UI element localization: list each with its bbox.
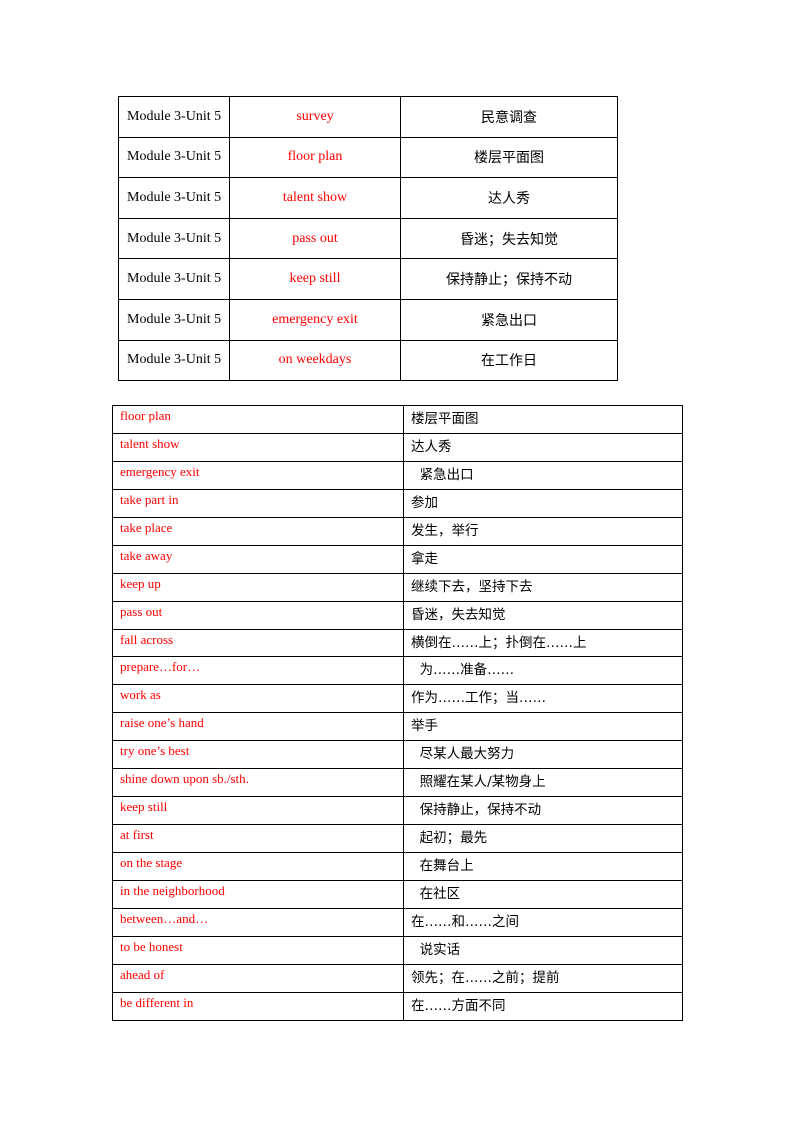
english-term-cell: on weekdays xyxy=(229,339,401,382)
english-phrase-cell: work as xyxy=(112,684,404,714)
table-row: take place 发生，举行 xyxy=(112,516,683,546)
table-row: fall across 横倒在……上；扑倒在……上 xyxy=(112,628,683,658)
table-row: Module 3-Unit 5 keep still 保持静止；保持不动 xyxy=(118,258,618,300)
vocab-table-module3-unit5: Module 3-Unit 5 survey 民意调查 Module 3-Uni… xyxy=(118,96,618,382)
table-row: work as 作为……工作；当…… xyxy=(112,684,683,714)
english-phrase-cell: take part in xyxy=(112,488,404,518)
chinese-meaning-cell: 楼层平面图 xyxy=(403,405,683,434)
english-phrase-cell: take away xyxy=(112,544,404,574)
chinese-meaning-cell: 参加 xyxy=(403,488,683,518)
table-row: take part in 参加 xyxy=(112,488,683,518)
table-row: pass out 昏迷，失去知觉 xyxy=(112,600,683,630)
table-row: Module 3-Unit 5 floor plan 楼层平面图 xyxy=(118,136,618,179)
table-row: keep up 继续下去，坚持下去 xyxy=(112,572,683,602)
english-term-cell: talent show xyxy=(229,177,401,219)
chinese-meaning-cell: 在舞台上 xyxy=(403,852,683,881)
table-row: Module 3-Unit 5 pass out 昏迷；失去知觉 xyxy=(118,217,618,260)
table-row: at first 起初；最先 xyxy=(112,824,683,853)
unit-cell: Module 3-Unit 5 xyxy=(118,258,230,300)
chinese-meaning-cell: 昏迷，失去知觉 xyxy=(403,600,683,630)
table-row: on the stage 在舞台上 xyxy=(112,852,683,881)
phrase-table: floor plan 楼层平面图 talent show 达人秀 emergency… xyxy=(112,405,683,1021)
chinese-meaning-cell: 达人秀 xyxy=(400,177,618,219)
english-phrase-cell: on the stage xyxy=(112,852,404,881)
table-row: shine down upon sb./sth. 照耀在某人/某物身上 xyxy=(112,768,683,798)
table-row: Module 3-Unit 5 survey 民意调查 xyxy=(118,96,618,138)
table-row: prepare…for… 为……准备…… xyxy=(112,656,683,686)
chinese-meaning-cell: 横倒在……上；扑倒在……上 xyxy=(403,628,683,658)
english-phrase-cell: shine down upon sb./sth. xyxy=(112,768,404,798)
chinese-meaning-cell: 在社区 xyxy=(403,879,683,909)
table-row: talent show 达人秀 xyxy=(112,432,683,462)
chinese-meaning-cell: 在……和……之间 xyxy=(403,907,683,937)
english-phrase-cell: raise one’s hand xyxy=(112,712,404,742)
english-phrase-cell: be different in xyxy=(112,991,404,1021)
chinese-meaning-cell: 保持静止；保持不动 xyxy=(400,258,618,300)
unit-cell: Module 3-Unit 5 xyxy=(118,96,230,138)
chinese-meaning-cell: 楼层平面图 xyxy=(400,136,618,179)
english-term-cell: keep still xyxy=(229,258,401,300)
table-row: Module 3-Unit 5 talent show 达人秀 xyxy=(118,177,618,219)
english-phrase-cell: fall across xyxy=(112,628,404,658)
chinese-meaning-cell: 昏迷；失去知觉 xyxy=(400,217,618,260)
table-row: to be honest 说实话 xyxy=(112,935,683,965)
chinese-meaning-cell: 在……方面不同 xyxy=(403,991,683,1021)
chinese-meaning-cell: 领先；在……之前；提前 xyxy=(403,963,683,993)
table-row: Module 3-Unit 5 on weekdays 在工作日 xyxy=(118,339,618,382)
table-row: Module 3-Unit 5 emergency exit 紧急出口 xyxy=(118,298,618,341)
chinese-meaning-cell: 说实话 xyxy=(403,935,683,965)
english-term-cell: survey xyxy=(229,96,401,138)
english-phrase-cell: talent show xyxy=(112,432,404,462)
unit-cell: Module 3-Unit 5 xyxy=(118,217,230,260)
chinese-meaning-cell: 拿走 xyxy=(403,544,683,574)
english-term-cell: emergency exit xyxy=(229,298,401,341)
chinese-meaning-cell: 为……准备…… xyxy=(403,656,683,686)
english-phrase-cell: to be honest xyxy=(112,935,404,965)
table-row: take away 拿走 xyxy=(112,544,683,574)
table-row: between…and… 在……和……之间 xyxy=(112,907,683,937)
unit-cell: Module 3-Unit 5 xyxy=(118,298,230,341)
table-row: be different in 在……方面不同 xyxy=(112,991,683,1021)
chinese-meaning-cell: 紧急出口 xyxy=(400,298,618,341)
english-phrase-cell: take place xyxy=(112,516,404,546)
english-phrase-cell: keep still xyxy=(112,796,404,826)
chinese-meaning-cell: 发生，举行 xyxy=(403,516,683,546)
english-phrase-cell: pass out xyxy=(112,600,404,630)
table-row: try one’s best 尽某人最大努力 xyxy=(112,740,683,770)
english-phrase-cell: prepare…for… xyxy=(112,656,404,686)
chinese-meaning-cell: 紧急出口 xyxy=(403,460,683,490)
unit-cell: Module 3-Unit 5 xyxy=(118,339,230,382)
english-phrase-cell: ahead of xyxy=(112,963,404,993)
table-row: in the neighborhood 在社区 xyxy=(112,879,683,909)
unit-cell: Module 3-Unit 5 xyxy=(118,177,230,219)
document-page: Module 3-Unit 5 survey 民意调查 Module 3-Uni… xyxy=(0,0,794,1123)
english-phrase-cell: in the neighborhood xyxy=(112,879,404,909)
table-row: floor plan 楼层平面图 xyxy=(112,405,683,434)
english-phrase-cell: floor plan xyxy=(112,405,404,434)
chinese-meaning-cell: 起初；最先 xyxy=(403,824,683,853)
table-row: emergency exit 紧急出口 xyxy=(112,460,683,490)
chinese-meaning-cell: 尽某人最大努力 xyxy=(403,740,683,770)
chinese-meaning-cell: 照耀在某人/某物身上 xyxy=(403,768,683,798)
chinese-meaning-cell: 在工作日 xyxy=(400,339,618,382)
table-row: keep still 保持静止，保持不动 xyxy=(112,796,683,826)
chinese-meaning-cell: 民意调查 xyxy=(400,96,618,138)
english-phrase-cell: keep up xyxy=(112,572,404,602)
english-phrase-cell: at first xyxy=(112,824,404,853)
table-row: ahead of 领先；在……之前；提前 xyxy=(112,963,683,993)
english-phrase-cell: between…and… xyxy=(112,907,404,937)
chinese-meaning-cell: 作为……工作；当…… xyxy=(403,684,683,714)
english-term-cell: floor plan xyxy=(229,136,401,179)
table-row: raise one’s hand 举手 xyxy=(112,712,683,742)
english-term-cell: pass out xyxy=(229,217,401,260)
chinese-meaning-cell: 继续下去，坚持下去 xyxy=(403,572,683,602)
chinese-meaning-cell: 达人秀 xyxy=(403,432,683,462)
english-phrase-cell: emergency exit xyxy=(112,460,404,490)
chinese-meaning-cell: 举手 xyxy=(403,712,683,742)
chinese-meaning-cell: 保持静止，保持不动 xyxy=(403,796,683,826)
unit-cell: Module 3-Unit 5 xyxy=(118,136,230,179)
english-phrase-cell: try one’s best xyxy=(112,740,404,770)
